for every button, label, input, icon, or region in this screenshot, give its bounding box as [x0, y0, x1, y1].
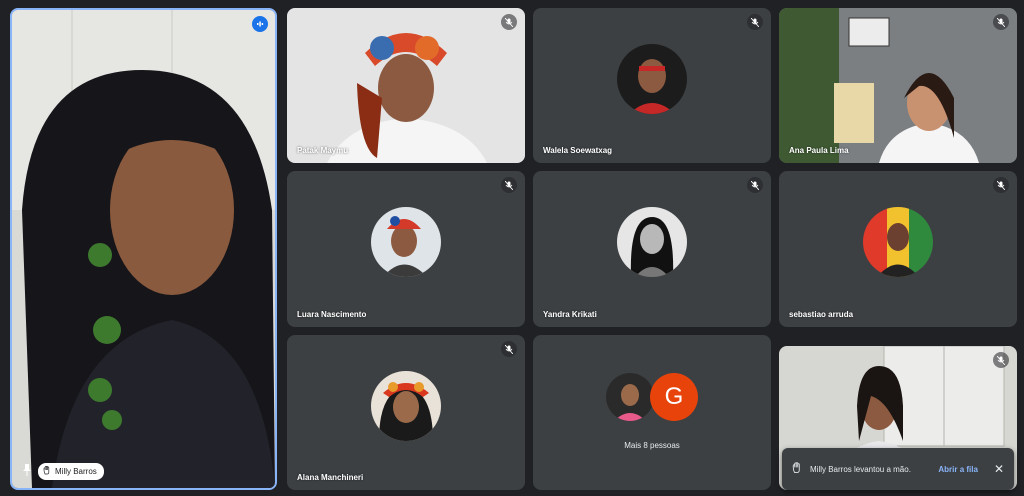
avatar [617, 43, 687, 114]
hand-raised-icon [43, 465, 51, 477]
hand-raised-toast: Milly Barros levantou a mão. Abrir a fil… [782, 448, 1014, 490]
participant-tile[interactable]: Ana Paula Lima [779, 8, 1017, 163]
pin-icon[interactable] [22, 464, 32, 479]
avatar [617, 207, 687, 277]
mic-off-icon [993, 14, 1009, 30]
mic-off-icon [747, 14, 763, 30]
avatar [863, 207, 933, 277]
participant-name: Alana Manchineri [297, 473, 364, 482]
others-tile[interactable]: G Mais 8 pessoas [533, 335, 771, 490]
avatar [371, 370, 441, 441]
participant-name: sebastiao arruda [789, 310, 854, 319]
name-chip: Milly Barros [38, 463, 104, 480]
mic-off-icon [501, 14, 517, 30]
active-speaker-icon [252, 16, 268, 32]
mic-off-icon [993, 177, 1009, 193]
participant-name: Yandra Krikati [543, 310, 597, 319]
participant-tile[interactable]: Walela Soewatxag [533, 8, 771, 163]
hand-raised-icon [792, 462, 802, 476]
mic-off-icon [501, 341, 517, 357]
participant-video [287, 8, 525, 163]
avatar [371, 207, 441, 277]
avatar-letter: G [650, 373, 698, 421]
spotlight-name-bar: Milly Barros [22, 463, 104, 480]
participant-video [12, 10, 275, 488]
mic-off-icon [501, 177, 517, 193]
spotlight-tile[interactable]: Milly Barros [10, 8, 277, 490]
participant-tile[interactable]: Yandra Krikati [533, 171, 771, 327]
participant-tile[interactable]: sebastiao arruda [779, 171, 1017, 327]
participant-name: Ana Paula Lima [789, 146, 849, 155]
spotlight-name: Milly Barros [55, 467, 97, 476]
mic-off-icon [747, 177, 763, 193]
participant-tile[interactable]: Patak Maymu [287, 8, 525, 163]
open-queue-button[interactable]: Abrir a fila [938, 465, 978, 474]
participant-name: Patak Maymu [297, 146, 349, 155]
participant-tile[interactable]: Alana Manchineri [287, 335, 525, 490]
close-icon[interactable]: ✕ [994, 462, 1004, 476]
participant-tile[interactable]: Luara Nascimento [287, 171, 525, 327]
participant-name: Walela Soewatxag [543, 146, 613, 155]
others-avatars: G [606, 373, 698, 421]
participant-name: Luara Nascimento [297, 310, 367, 319]
mic-off-icon [993, 352, 1009, 368]
participant-video [779, 8, 1017, 163]
avatar [606, 373, 654, 421]
toast-message: Milly Barros levantou a mão. [810, 464, 911, 474]
others-label: Mais 8 pessoas [624, 441, 680, 450]
